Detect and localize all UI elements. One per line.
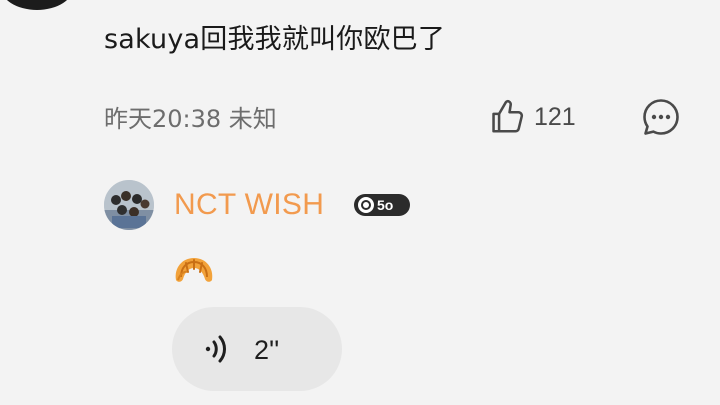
reply-avatar[interactable] <box>104 180 154 230</box>
like-count: 121 <box>534 103 576 131</box>
level-text: 5o <box>377 197 394 213</box>
comment-text: sakuya回我我就叫你欧巴了 <box>104 24 446 55</box>
badge-ring-icon <box>358 197 374 213</box>
level-badge: 5o <box>354 194 410 216</box>
group-photo-avatar <box>104 180 154 230</box>
voice-duration: 2'' <box>254 335 280 365</box>
reply-author-name[interactable]: NCT WISH <box>174 186 324 224</box>
voice-message[interactable]: 2'' <box>172 307 342 391</box>
comment-thread: sakuya回我我就叫你欧巴了 昨天20:38 未知 121 NCT WISH <box>0 0 720 405</box>
previous-avatar[interactable] <box>0 0 74 10</box>
comment-meta: 昨天20:38 未知 <box>104 105 277 133</box>
like-button[interactable]: 121 <box>488 98 576 136</box>
chat-bubble-icon[interactable] <box>641 97 681 137</box>
voice-wave-icon <box>205 335 226 363</box>
thumbs-up-icon <box>492 99 524 133</box>
croissant-icon <box>175 258 213 282</box>
